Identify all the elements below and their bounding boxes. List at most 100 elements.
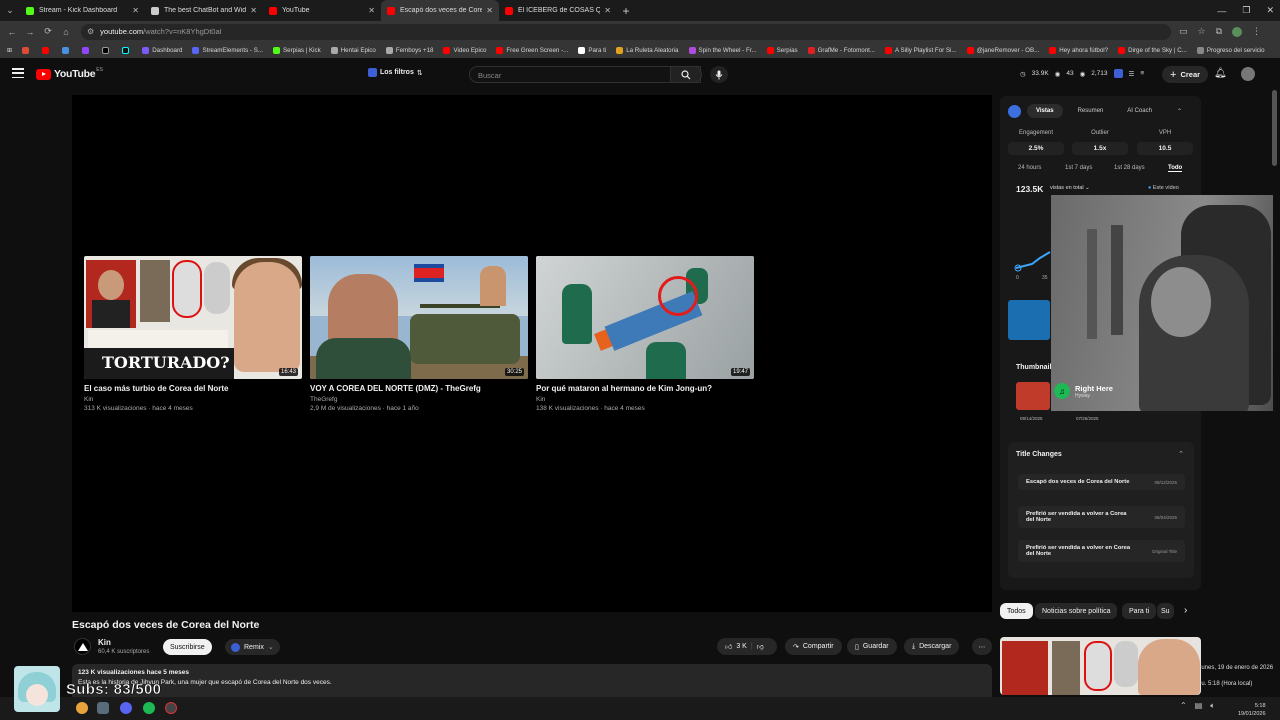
range-7d[interactable]: 1st 7 days <box>1065 165 1092 171</box>
close-icon[interactable]: ✕ <box>486 6 493 15</box>
endscreen-channel[interactable]: Kin <box>84 396 302 403</box>
lines-icon[interactable]: ≡ <box>1140 70 1144 77</box>
close-window-icon[interactable]: ✕ <box>1266 5 1274 16</box>
cast-icon[interactable]: ▭ <box>1179 26 1188 37</box>
bookmark-item[interactable]: Para ti <box>575 46 609 54</box>
share-button[interactable]: ↷ Compartir <box>785 638 842 655</box>
discord-icon[interactable] <box>120 702 132 714</box>
filters-button[interactable]: Los filtros ⇅ <box>368 68 423 77</box>
close-icon[interactable]: ✕ <box>250 6 257 15</box>
recommended-thumbnail[interactable] <box>1000 637 1201 695</box>
tab-chatbot[interactable]: The best ChatBot and Widgets ✕ <box>145 0 263 21</box>
tab-iceberg[interactable]: El ICEBERG de COSAS QUE NO ✕ <box>499 0 617 21</box>
chip-noticias-politica[interactable]: Noticias sobre política <box>1035 603 1118 619</box>
forward-icon[interactable]: → <box>21 27 39 37</box>
chevron-up-icon[interactable]: ⌃ <box>1180 701 1187 711</box>
endscreen-thumbnail[interactable]: 19:47 <box>536 256 754 379</box>
endscreen-channel[interactable]: TheGrefg <box>310 396 528 403</box>
bookmark-icon-gmail[interactable] <box>19 46 35 54</box>
account-avatar[interactable] <box>1241 67 1255 81</box>
title-change-row[interactable]: Prefirió ser vendida a volver a Corea de… <box>1018 506 1185 528</box>
chevron-up-icon[interactable]: ⌃ <box>1177 108 1182 115</box>
obs-icon[interactable] <box>165 702 177 714</box>
endscreen-card[interactable]: 19:47 Por qué mataron al hermano de Kim … <box>536 256 754 412</box>
bookmark-icon-twitch[interactable] <box>79 46 95 54</box>
tab-youtube[interactable]: YouTube ✕ <box>263 0 381 21</box>
close-icon[interactable]: ✕ <box>368 6 375 15</box>
bookmark-item[interactable]: Progreso del servicio <box>1194 46 1268 54</box>
endscreen-card[interactable]: 30:25 VOY A COREA DEL NORTE (DMZ) - TheG… <box>310 256 528 412</box>
like-icon[interactable]: 👍︎ <box>725 642 732 651</box>
url-input[interactable]: ⚙ youtube.com/watch?v=nK8YhgDt0aI <box>81 23 1171 40</box>
apps-icon[interactable]: ⊞ <box>4 47 15 54</box>
title-change-row[interactable]: Prefirió ser vendida a volver en Corea d… <box>1018 540 1185 562</box>
endscreen-channel[interactable]: Kin <box>536 396 754 403</box>
range-all[interactable]: Todo <box>1168 165 1183 172</box>
bookmark-item[interactable]: Dirge of the Sky | C... <box>1115 46 1190 54</box>
page-scrollbar[interactable] <box>1272 90 1277 166</box>
bookmark-item[interactable]: Dashboard <box>139 46 185 54</box>
tab-search-icon[interactable]: ⌄ <box>0 0 20 21</box>
thumbnail-history-item[interactable] <box>1016 382 1050 410</box>
back-icon[interactable]: ← <box>3 27 21 37</box>
more-actions-button[interactable]: ⋯ <box>972 638 992 655</box>
bookmark-item[interactable]: Spin the Wheel - Fr... <box>686 46 760 54</box>
endscreen-title[interactable]: VOY A COREA DEL NORTE (DMZ) - TheGrefg <box>310 384 528 393</box>
minimize-icon[interactable]: — <box>1217 6 1226 16</box>
bookmark-item[interactable]: La Ruleta Aleatoria <box>613 46 681 54</box>
bookmark-item[interactable]: A Silly Playlist For Si... <box>882 46 960 54</box>
subscribe-button[interactable]: Suscribirse <box>163 639 212 655</box>
like-count[interactable]: 3 K <box>736 643 747 650</box>
bookmark-icon-x[interactable] <box>99 46 115 54</box>
channel-avatar[interactable] <box>74 638 91 655</box>
menu-icon[interactable] <box>12 68 24 78</box>
endscreen-thumbnail[interactable]: TORTURADO? 16:43 <box>84 256 302 379</box>
maximize-icon[interactable]: ❐ <box>1242 5 1250 16</box>
dislike-icon[interactable]: 👎︎ <box>757 642 764 651</box>
chip-more[interactable]: Su <box>1157 603 1174 619</box>
volume-icon[interactable]: 🔈︎ <box>1210 701 1215 711</box>
bookmark-star-icon[interactable]: ☆ <box>1198 26 1206 37</box>
tab-kick-dashboard[interactable]: Stream - Kick Dashboard ✕ <box>20 0 145 21</box>
bookmark-item[interactable]: GrafMe - Fotomont... <box>805 46 878 54</box>
voice-search-button[interactable] <box>710 66 728 83</box>
tab-ai-coach[interactable]: AI Coach <box>1118 104 1161 118</box>
profile-avatar[interactable] <box>1232 26 1243 37</box>
bookmark-icon-youtube[interactable] <box>39 46 55 54</box>
search-button[interactable] <box>670 66 702 83</box>
video-player[interactable]: TORTURADO? 16:43 El caso más turbio de C… <box>72 95 992 612</box>
bookmark-icon-folder[interactable] <box>59 46 75 54</box>
thumbnail-variant[interactable] <box>1008 300 1050 340</box>
bookmark-item[interactable]: Free Green Screen -... <box>493 46 571 54</box>
chevron-up-icon[interactable]: ⌃ <box>1178 450 1184 458</box>
home-icon[interactable]: ⌂ <box>57 27 75 37</box>
bookmark-item[interactable]: Video Epico <box>440 46 489 54</box>
save-button[interactable]: ▯ Guardar <box>847 638 897 655</box>
tab-current-video[interactable]: Escapó dos veces de Corea del ✕ <box>381 0 499 21</box>
spotify-taskbar-icon[interactable] <box>143 702 155 714</box>
views-dropdown[interactable]: vistas en total ⌄ <box>1050 185 1090 191</box>
network-icon[interactable]: ▤ <box>1195 701 1203 711</box>
extension-icon[interactable] <box>1113 69 1123 78</box>
create-button[interactable]: + Crear <box>1162 66 1209 83</box>
endscreen-thumbnail[interactable]: 30:25 <box>310 256 528 379</box>
range-28d[interactable]: 1st 28 days <box>1114 165 1145 171</box>
reload-icon[interactable]: ⟳ <box>39 26 57 37</box>
bookmark-item[interactable]: Hey ahora fútbol? <box>1046 46 1111 54</box>
chevron-right-icon[interactable]: › <box>1184 605 1187 616</box>
close-icon[interactable]: ✕ <box>604 6 611 15</box>
bookmark-item[interactable]: StreamElements - S... <box>189 46 266 54</box>
bookmark-folder[interactable]: Femboys +18 <box>383 46 437 54</box>
close-icon[interactable]: ✕ <box>132 6 139 15</box>
download-button[interactable]: ⤓ Descargar <box>904 638 960 655</box>
filter-icon[interactable]: ☰ <box>1129 70 1135 78</box>
search-input[interactable]: Buscar <box>469 66 701 83</box>
channel-name[interactable]: Kin <box>98 638 111 647</box>
app-icon[interactable] <box>97 702 109 714</box>
bookmark-folder[interactable]: Hentai Epico <box>328 46 379 54</box>
chip-para-ti[interactable]: Para ti <box>1122 603 1157 619</box>
youtube-logo[interactable]: YouTube ES <box>36 67 103 80</box>
tab-resumen[interactable]: Resumen <box>1069 104 1113 118</box>
remix-button[interactable]: Remix ⌄ <box>225 639 280 655</box>
endscreen-title[interactable]: El caso más turbio de Corea del Norte <box>84 384 302 393</box>
